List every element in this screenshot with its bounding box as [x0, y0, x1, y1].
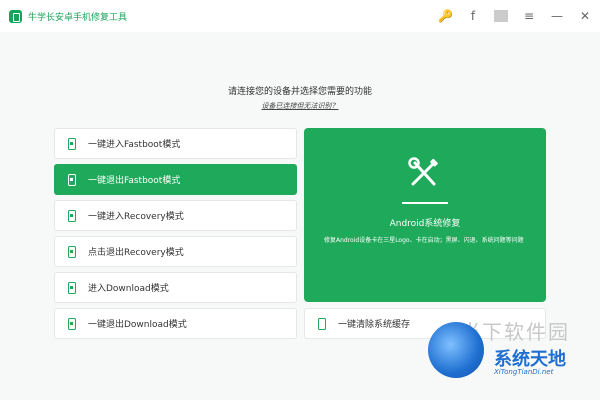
- enter-download-label: 进入Download模式: [88, 284, 169, 294]
- enter-recovery-button[interactable]: 一键进入Recovery模式: [54, 200, 297, 231]
- watermark-globe-icon: [428, 322, 484, 378]
- exit-download-label: 一键退出Download模式: [88, 320, 187, 330]
- minimize-icon[interactable]: —: [550, 10, 564, 22]
- exit-fastboot-button[interactable]: 一键退出Fastboot模式: [54, 164, 297, 195]
- title-divider: [494, 10, 508, 22]
- watermark-url: XiTongTianDi.net: [494, 368, 554, 376]
- phone-icon: [68, 209, 76, 222]
- enter-download-button[interactable]: 进入Download模式: [54, 272, 297, 303]
- menu-icon[interactable]: ≡: [522, 10, 536, 22]
- exit-recovery-button[interactable]: 点击退出Recovery模式: [54, 236, 297, 267]
- phone-icon: [68, 173, 76, 186]
- wrench-screwdriver-icon: [408, 157, 438, 186]
- repair-divider: [402, 202, 448, 204]
- phone-icon: [318, 317, 326, 330]
- phone-icon: [68, 245, 76, 258]
- enter-fastboot-button[interactable]: 一键进入Fastboot模式: [54, 128, 297, 159]
- repair-title: Android系统修复: [389, 219, 461, 229]
- enter-fastboot-label: 一键进入Fastboot模式: [88, 140, 181, 150]
- enter-recovery-label: 一键进入Recovery模式: [88, 212, 184, 222]
- repair-description: 修复Android设备卡在三星Logo、卡在启动；黑屏、闪退、系统问题等问题: [324, 237, 524, 244]
- phone-icon: [68, 317, 76, 330]
- exit-fastboot-label: 一键退出Fastboot模式: [88, 176, 181, 186]
- device-not-recognized-link[interactable]: 设备已连接但无法识别？: [0, 101, 600, 111]
- phone-icon: [68, 137, 76, 150]
- facebook-icon[interactable]: f: [466, 10, 480, 22]
- exit-download-button[interactable]: 一键退出Download模式: [54, 308, 297, 339]
- app-logo-icon: [9, 9, 22, 23]
- exit-recovery-label: 点击退出Recovery模式: [88, 248, 184, 258]
- app-title: 牛学长安卓手机修复工具: [28, 12, 128, 23]
- clear-cache-label: 一键清除系统缓存: [338, 320, 411, 330]
- phone-icon: [68, 281, 76, 294]
- android-repair-card[interactable]: Android系统修复 修复Android设备卡在三星Logo、卡在启动；黑屏、…: [304, 128, 546, 302]
- title-actions: 🔑 f ≡ — ✕: [438, 0, 592, 32]
- titlebar: 牛学长安卓手机修复工具 🔑 f ≡ — ✕: [0, 0, 600, 32]
- close-icon[interactable]: ✕: [578, 10, 592, 22]
- key-icon[interactable]: 🔑: [438, 10, 453, 22]
- page-prompt: 请连接您的设备并选择您需要的功能: [227, 87, 372, 97]
